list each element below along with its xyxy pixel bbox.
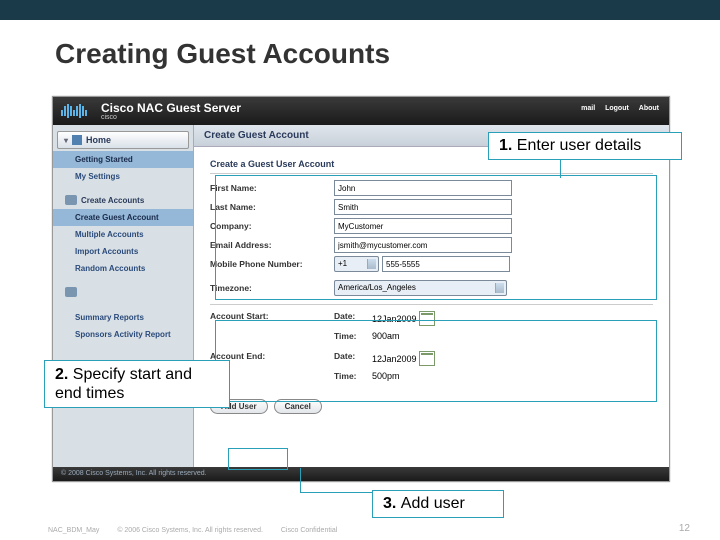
sidebar-home[interactable]: Home <box>57 131 189 149</box>
select-timezone[interactable]: America/Los_Angeles <box>334 280 507 296</box>
reports-icon <box>65 287 77 297</box>
sidebar-item-blank1[interactable] <box>53 301 193 309</box>
label-start-date: Date: <box>334 311 355 321</box>
callout-1-connector <box>560 158 561 178</box>
sidebar-item-my-settings[interactable]: My Settings <box>53 168 193 185</box>
label-mobile: Mobile Phone Number: <box>210 259 334 269</box>
input-last-name[interactable] <box>334 199 512 215</box>
app-header: Cisco NAC Guest Server cisco mail Logout… <box>53 97 669 125</box>
label-company: Company: <box>210 221 334 231</box>
callout-1: 1. Enter user details <box>488 132 682 160</box>
select-end-year[interactable]: 2009 <box>397 354 417 364</box>
footer-confidential: Cisco Confidential <box>281 527 337 534</box>
sidebar-group-label: Create Accounts <box>81 196 144 205</box>
select-country-code[interactable]: +1 <box>334 256 379 272</box>
select-start-year[interactable]: 2009 <box>397 314 417 324</box>
cancel-button[interactable]: Cancel <box>274 399 322 414</box>
callout-2: 2. Specify start and end times <box>44 360 230 408</box>
select-end-day[interactable]: 12 <box>372 354 382 364</box>
sidebar-item-create-guest-account[interactable]: Create Guest Account <box>53 209 193 226</box>
select-end-month[interactable]: Jan <box>382 354 397 364</box>
callout-3: 3. Add user <box>372 490 504 518</box>
label-end-date: Date: <box>334 351 355 361</box>
calendar-icon[interactable] <box>419 351 435 366</box>
link-logout[interactable]: Logout <box>605 105 629 112</box>
label-email: Email Address: <box>210 240 334 250</box>
label-last-name: Last Name: <box>210 202 334 212</box>
sidebar-item-blank2[interactable] <box>53 343 193 351</box>
label-start-time: Time: <box>334 331 357 341</box>
input-company[interactable] <box>334 218 512 234</box>
sidebar-item-summary-reports[interactable]: Summary Reports <box>53 309 193 326</box>
page-number: 12 <box>679 523 690 534</box>
accounts-icon <box>65 195 77 205</box>
callout-3-connector-v <box>300 468 301 492</box>
sidebar-group-reports[interactable] <box>53 283 193 301</box>
link-about[interactable]: About <box>639 105 659 112</box>
select-end-min[interactable]: 00 <box>377 371 387 381</box>
select-start-ampm[interactable]: am <box>387 331 400 341</box>
sidebar-group-create-accounts[interactable]: Create Accounts <box>53 191 193 209</box>
app-footer: © 2008 Cisco Systems, Inc. All rights re… <box>53 467 669 481</box>
app-brand-sub: cisco <box>101 114 117 121</box>
label-timezone: Timezone: <box>210 283 334 293</box>
input-email[interactable] <box>334 237 512 253</box>
link-mail[interactable]: mail <box>581 105 595 112</box>
select-end-ampm[interactable]: pm <box>387 371 400 381</box>
sidebar-home-label: Home <box>86 135 111 145</box>
sidebar-item-sponsors-activity[interactable]: Sponsors Activity Report <box>53 326 193 343</box>
home-icon <box>72 135 82 145</box>
slide-title: Creating Guest Accounts <box>0 20 720 82</box>
slide-top-bar <box>0 0 720 20</box>
select-start-month[interactable]: Jan <box>382 314 397 324</box>
footer-code: NAC_BDM_May <box>48 527 99 534</box>
select-start-min[interactable]: 00 <box>377 331 387 341</box>
main-panel: Create Guest Account Create a Guest User… <box>194 125 669 467</box>
slide-footer: NAC_BDM_May © 2006 Cisco Systems, Inc. A… <box>48 527 353 534</box>
sidebar-item-getting-started[interactable]: Getting Started <box>53 151 193 168</box>
cisco-logo-icon <box>61 104 87 118</box>
callout-3-connector-h <box>300 492 374 493</box>
app-brand: Cisco NAC Guest Server <box>101 101 241 115</box>
sidebar-item-multiple-accounts[interactable]: Multiple Accounts <box>53 226 193 243</box>
calendar-icon[interactable] <box>419 311 435 326</box>
footer-copyright: © 2006 Cisco Systems, Inc. All rights re… <box>117 527 263 534</box>
label-account-start: Account Start: <box>210 311 269 321</box>
label-end-time: Time: <box>334 371 357 381</box>
sidebar-item-random-accounts[interactable]: Random Accounts <box>53 260 193 277</box>
select-start-day[interactable]: 12 <box>372 314 382 324</box>
input-first-name[interactable] <box>334 180 512 196</box>
sidebar-item-import-accounts[interactable]: Import Accounts <box>53 243 193 260</box>
label-first-name: First Name: <box>210 183 334 193</box>
input-mobile[interactable] <box>382 256 510 272</box>
header-links: mail Logout About <box>573 105 659 112</box>
sidebar: Home Getting Started My Settings Create … <box>53 125 194 467</box>
